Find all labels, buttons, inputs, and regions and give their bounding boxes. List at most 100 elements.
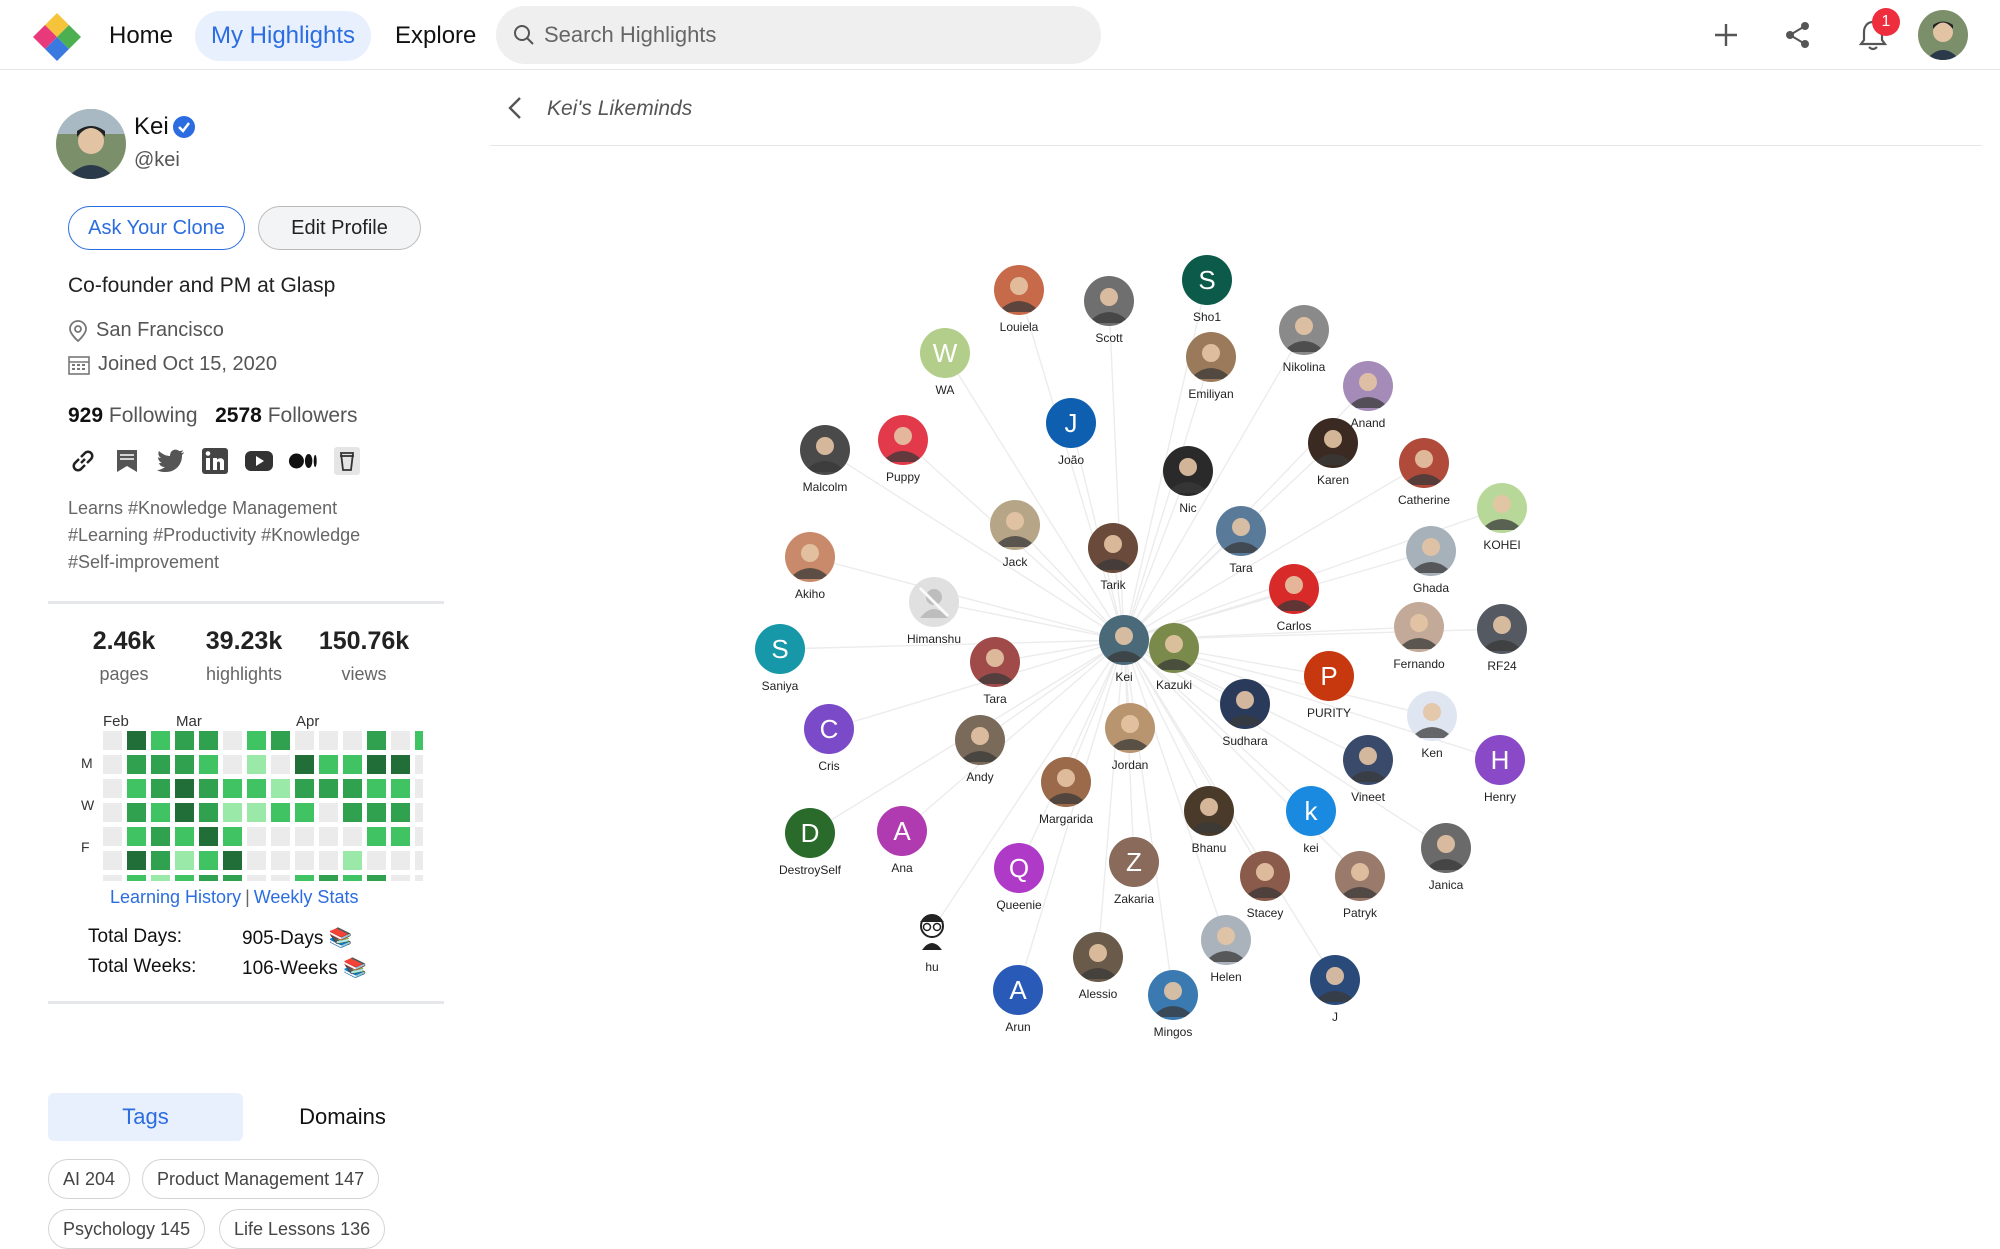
graph-node[interactable]: KOHEI [1477,483,1527,552]
search-bar[interactable] [496,6,1101,64]
graph-node[interactable]: Vineet [1343,735,1393,804]
tag-chip[interactable]: Product Management 147 [142,1159,380,1199]
heatmap-cell[interactable] [199,851,218,870]
graph-node[interactable]: Z Zakaria [1109,837,1159,906]
graph-node[interactable]: Stacey [1240,851,1290,920]
heatmap-cell[interactable] [343,779,362,798]
nav-home[interactable]: Home [93,11,189,61]
graph-node[interactable]: Alessio [1073,932,1123,1001]
heatmap-cell[interactable] [103,851,122,870]
heatmap-cell[interactable] [367,731,386,750]
heatmap-cell[interactable] [103,803,122,822]
glasp-logo-icon[interactable] [30,10,84,64]
heatmap-cell[interactable] [367,875,386,881]
heatmap-cell[interactable] [295,779,314,798]
graph-node[interactable]: Ken [1407,691,1457,760]
graph-node[interactable]: Patryk [1335,851,1385,920]
heatmap-cell[interactable] [343,875,362,881]
graph-node[interactable]: Tara [970,637,1020,706]
heatmap-cell[interactable] [415,779,423,798]
followers-count[interactable]: 2578 [215,404,262,427]
heatmap-cell[interactable] [247,731,266,750]
search-input[interactable] [544,6,1084,64]
heatmap-cell[interactable] [295,851,314,870]
back-chevron-icon[interactable] [506,95,524,121]
tab-domains[interactable]: Domains [245,1093,440,1141]
graph-node[interactable]: Scott [1084,276,1134,345]
ask-clone-button[interactable]: Ask Your Clone [68,206,245,250]
heatmap-cell[interactable] [199,755,218,774]
graph-node[interactable]: W WA [920,328,970,397]
tag-chip[interactable]: Psychology 145 [48,1209,206,1249]
heatmap-cell[interactable] [247,779,266,798]
heatmap-cell[interactable] [415,755,423,774]
heatmap-cell[interactable] [151,755,170,774]
heatmap-cell[interactable] [319,803,338,822]
graph-node[interactable]: Nikolina [1279,305,1329,374]
tab-tags[interactable]: Tags [48,1093,243,1141]
heatmap-cell[interactable] [391,803,410,822]
heatmap-cell[interactable] [199,827,218,846]
heatmap-cell[interactable] [271,731,290,750]
graph-node[interactable]: k kei [1286,786,1336,855]
followers-label[interactable]: Followers [268,404,358,427]
heatmap-cell[interactable] [175,851,194,870]
heatmap-cell[interactable] [223,779,242,798]
cup-icon[interactable] [332,446,362,476]
heatmap-cell[interactable] [127,731,146,750]
heatmap-cell[interactable] [391,731,410,750]
medium-icon[interactable] [288,446,318,476]
heatmap-cell[interactable] [103,755,122,774]
graph-node[interactable]: Karen [1308,418,1358,487]
heatmap-cell[interactable] [415,827,423,846]
heatmap-cell[interactable] [223,803,242,822]
heatmap-cell[interactable] [367,851,386,870]
heatmap-cell[interactable] [103,875,122,881]
graph-node[interactable]: Helen [1201,915,1251,984]
heatmap-cell[interactable] [199,803,218,822]
graph-node[interactable]: Catherine [1398,438,1450,507]
following-label[interactable]: Following [109,404,198,427]
graph-node[interactable]: P PURITY [1304,651,1354,720]
graph-node[interactable]: H Henry [1475,735,1525,804]
heatmap-cell[interactable] [223,875,242,881]
graph-node[interactable]: Anand [1343,361,1393,430]
following-count[interactable]: 929 [68,404,103,427]
graph-node[interactable]: RF24 [1477,604,1527,673]
heatmap-cell[interactable] [151,851,170,870]
heatmap-cell[interactable] [223,731,242,750]
heatmap-cell[interactable] [127,803,146,822]
heatmap-cell[interactable] [175,779,194,798]
heatmap-cell[interactable] [367,755,386,774]
heatmap-cell[interactable] [343,731,362,750]
heatmap-cell[interactable] [223,755,242,774]
heatmap-cell[interactable] [391,875,410,881]
heatmap-cell[interactable] [319,779,338,798]
heatmap-cell[interactable] [319,875,338,881]
graph-node[interactable]: Sudhara [1220,679,1270,748]
heatmap-cell[interactable] [415,851,423,870]
heatmap-cell[interactable] [319,851,338,870]
linkedin-icon[interactable] [200,446,230,476]
weekly-stats-link[interactable]: Weekly Stats [254,887,359,907]
graph-node[interactable]: Fernando [1393,602,1445,671]
heatmap-cell[interactable] [127,875,146,881]
heatmap-cell[interactable] [175,875,194,881]
heatmap-cell[interactable] [367,803,386,822]
heatmap-cell[interactable] [319,731,338,750]
graph-node[interactable]: Carlos [1269,564,1319,633]
graph-node[interactable]: Tara [1216,506,1266,575]
heatmap-cell[interactable] [199,731,218,750]
heatmap-cell[interactable] [103,827,122,846]
heatmap-cell[interactable] [295,803,314,822]
nav-my-highlights[interactable]: My Highlights [195,11,372,61]
graph-node[interactable]: Jordan [1105,703,1155,772]
heatmap-cell[interactable] [319,827,338,846]
heatmap-cell[interactable] [127,851,146,870]
profile-avatar[interactable] [56,109,126,179]
link-icon[interactable] [68,446,98,476]
heatmap-cell[interactable] [391,779,410,798]
graph-node[interactable]: Q Queenie [994,843,1044,912]
share-icon[interactable] [1777,14,1819,56]
heatmap-cell[interactable] [175,803,194,822]
